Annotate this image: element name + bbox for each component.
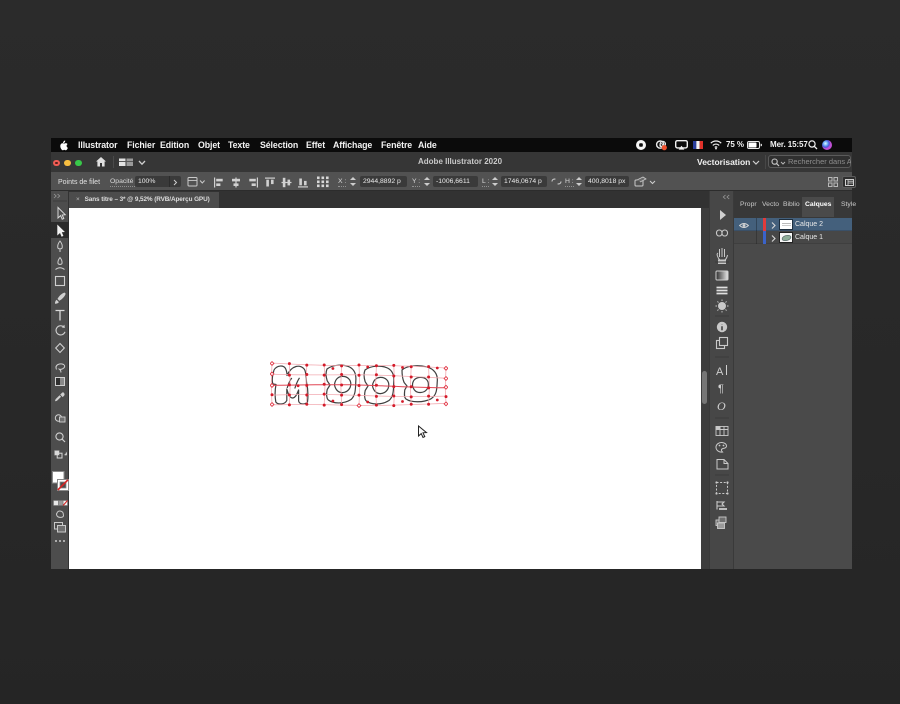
svg-text:O: O (717, 399, 726, 413)
svg-text:A: A (716, 366, 724, 378)
svg-text:¶: ¶ (718, 383, 724, 395)
